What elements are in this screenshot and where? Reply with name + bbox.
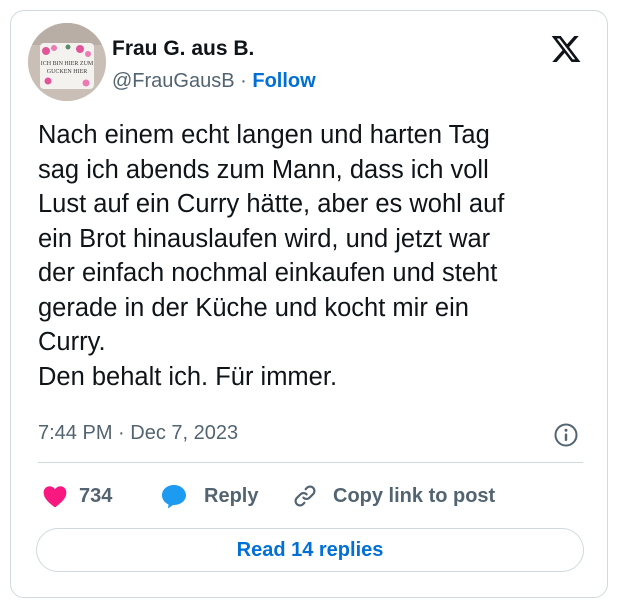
copy-link-button[interactable]: Copy link to post	[291, 482, 495, 510]
reply-button[interactable]: Reply	[160, 482, 258, 510]
like-count: 734	[79, 484, 113, 507]
author-handle[interactable]: @FrauGausB	[112, 70, 235, 92]
avatar-mug-text-1: ICH BIN HIER ZUM	[41, 61, 94, 67]
tweet-text: Nach einem echt langen und harten Tag sa…	[38, 121, 505, 391]
author-handle-row: @FrauGausB · Follow	[112, 70, 316, 93]
reply-label: Reply	[204, 484, 259, 507]
divider	[38, 462, 583, 463]
heart-icon	[43, 486, 67, 508]
x-logo-icon[interactable]	[549, 33, 583, 65]
link-icon	[294, 485, 316, 507]
copy-link-label: Copy link to post	[333, 484, 496, 507]
info-icon[interactable]	[553, 422, 579, 448]
separator-dot: ·	[240, 70, 247, 92]
like-button[interactable]: 734	[42, 482, 112, 510]
author-name[interactable]: Frau G. aus B.	[112, 37, 254, 61]
avatar-image: ICH BIN HIER ZUM GUCKEN HIER	[28, 23, 106, 101]
avatar[interactable]: ICH BIN HIER ZUM GUCKEN HIER	[28, 23, 106, 101]
tweet-timestamp[interactable]: 7:44 PM · Dec 7, 2023	[38, 422, 238, 445]
follow-button[interactable]: Follow	[252, 70, 315, 92]
avatar-mug-text-2: GUCKEN HIER	[47, 69, 88, 75]
read-replies-button[interactable]: Read 14 replies	[36, 528, 584, 572]
read-replies-label: Read 14 replies	[236, 538, 384, 561]
reply-icon	[162, 485, 186, 509]
